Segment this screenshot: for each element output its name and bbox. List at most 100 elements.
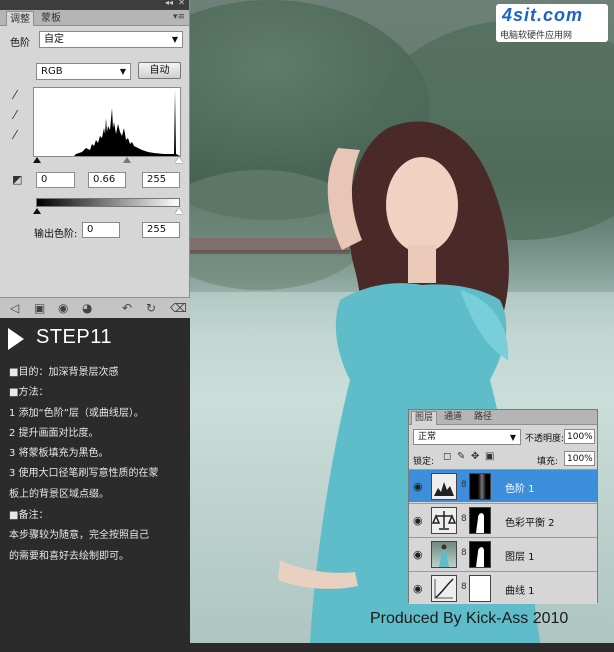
step-arrow-icon [8, 328, 24, 350]
tab-adjustments[interactable]: 调整 [6, 11, 34, 26]
credit-text: Produced By Kick-Ass 2010 [370, 610, 569, 627]
eyedropper-black-icon[interactable]: ⁄ [14, 88, 16, 102]
input-white-field[interactable]: 255 [142, 172, 180, 188]
chain-icon[interactable]: 8 [461, 548, 467, 558]
collapse-icon[interactable]: ◂◂ [165, 0, 173, 7]
tab-paths[interactable]: 路径 [471, 411, 495, 425]
previous-state-icon[interactable]: ↶ [122, 301, 132, 315]
layers-tabs: 图层 通道 路径 [409, 410, 597, 425]
watermark-logo: 4sit.com [502, 5, 584, 25]
close-icon[interactable]: ✕ [178, 0, 185, 7]
trash-icon[interactable]: ⌫ [170, 301, 187, 315]
curves-adjustment-icon [431, 575, 457, 602]
eyedropper-white-icon[interactable]: ⁄ [14, 128, 16, 142]
tutorial-line: ■方法： [9, 387, 49, 398]
tutorial-line: 板上的背景区域点缀。 [9, 489, 109, 500]
chain-icon[interactable]: 8 [461, 514, 467, 524]
output-levels-label: 输出色阶: [34, 229, 78, 240]
reset-icon[interactable]: ↻ [146, 301, 156, 315]
blend-mode-dropdown[interactable]: 正常 ▼ [413, 429, 521, 445]
output-white-field[interactable]: 255 [142, 222, 180, 238]
tutorial-line: 的需要和喜好去绘制即可。 [9, 551, 129, 562]
tutorial-line: 3 使用大口径笔刷写意性质的在蒙 [9, 468, 159, 479]
adjustments-bottom-bar: ◁ ▣ ◉ ◕ ↶ ↻ ⌫ [0, 297, 190, 318]
layer-row-layer1[interactable]: ◉ 8 图层 1 [409, 537, 597, 570]
layer-mask-thumb[interactable] [469, 575, 491, 602]
layer-row-curves[interactable]: ◉ 8 曲线 1 [409, 571, 597, 604]
preset-dropdown[interactable]: 自定 ▼ [39, 31, 183, 48]
dropdown-arrow-icon: ▼ [171, 35, 178, 44]
eyedropper-gray-icon[interactable]: ⁄ [14, 108, 16, 122]
layer-mask-thumb[interactable] [469, 473, 491, 500]
panel-title-bar: ◂◂ ✕ [0, 0, 189, 10]
tutorial-line: 3 将蒙板填充为黑色。 [9, 448, 109, 459]
tutorial-line: ■目的：加深背景层次感 [9, 367, 119, 378]
input-white-slider[interactable] [175, 157, 183, 163]
input-black-field[interactable]: 0 [36, 172, 75, 188]
layer-row-levels[interactable]: ◉ 8 色阶 1 [409, 469, 597, 502]
layer-switch-icon[interactable]: ▣ [34, 301, 45, 315]
preset-label: 色阶 [10, 38, 30, 49]
panel-menu-icon[interactable]: ▾≡ [173, 12, 185, 22]
layer-name: 曲线 1 [505, 586, 535, 597]
opacity-label: 不透明度: [525, 434, 565, 444]
output-black-slider[interactable] [33, 208, 41, 214]
step-title: STEP11 [36, 326, 112, 348]
lock-transparent-icon[interactable]: ◻ [443, 451, 451, 462]
tab-layers[interactable]: 图层 [411, 411, 438, 425]
eye-icon[interactable]: ◉ [413, 548, 423, 561]
layer-photo-thumb [431, 541, 457, 568]
layer-mask-thumb[interactable] [469, 507, 491, 534]
fill-field[interactable]: 100% [564, 451, 595, 466]
adjustments-tabs: 调整 蒙板 ▾≡ [0, 10, 189, 26]
tab-channels[interactable]: 通道 [441, 411, 465, 425]
chain-icon[interactable]: 8 [461, 582, 467, 592]
layer-name: 图层 1 [505, 552, 535, 563]
clipping-warning-icon[interactable]: ◩ [12, 173, 22, 186]
blend-mode-value: 正常 [418, 432, 437, 442]
histogram [33, 87, 181, 157]
tab-masks[interactable]: 蒙板 [38, 11, 64, 26]
layer-mask-thumb[interactable] [469, 541, 491, 568]
tutorial-line: 本步骤较为随意，完全按照自己 [9, 530, 149, 541]
back-icon[interactable]: ◁ [10, 301, 19, 315]
lock-label: 锁定: [413, 457, 435, 467]
output-black-field[interactable]: 0 [82, 222, 120, 238]
channel-dropdown[interactable]: RGB ▼ [36, 63, 131, 80]
tutorial-line: 1 添加“色阶”层（或曲线层）。 [9, 408, 144, 419]
adjustments-panel: ◂◂ ✕ 调整 蒙板 ▾≡ 色阶 自定 ▼ RGB ▼ 自动 ⁄ ⁄ ⁄ ◩ 0… [0, 0, 190, 318]
layer-name: 色彩平衡 2 [505, 518, 555, 529]
preset-value: 自定 [44, 34, 64, 45]
opacity-field[interactable]: 100% [564, 429, 595, 444]
output-gradient-bar [36, 198, 180, 207]
clip-icon[interactable]: ◉ [58, 301, 68, 315]
histogram-graph [34, 90, 180, 156]
fill-label: 填充: [537, 457, 559, 467]
lock-position-icon[interactable]: ✥ [471, 451, 479, 462]
dropdown-arrow-icon: ▼ [509, 433, 516, 442]
output-white-slider[interactable] [175, 208, 183, 214]
tutorial-line: 2 提升画面对比度。 [9, 428, 99, 439]
input-gamma-field[interactable]: 0.66 [88, 172, 126, 188]
site-watermark: 4sit.com 电脑软硬件应用网 [496, 4, 608, 42]
lock-all-icon[interactable]: ▣ [485, 451, 494, 462]
input-gamma-slider[interactable] [123, 157, 131, 163]
watermark-subtitle: 电脑软硬件应用网 [500, 31, 573, 41]
lock-image-icon[interactable]: ✎ [457, 451, 465, 462]
layer-name: 色阶 1 [505, 484, 535, 495]
tutorial-line: ■备注： [9, 510, 49, 521]
layer-row-color-balance[interactable]: ◉ 8 色彩平衡 2 [409, 503, 597, 536]
eye-icon[interactable]: ◉ [413, 514, 423, 527]
color-balance-icon [431, 507, 457, 534]
channel-value: RGB [41, 66, 63, 77]
dropdown-arrow-icon: ▼ [119, 67, 126, 76]
chain-icon[interactable]: 8 [461, 480, 467, 490]
levels-adjustment-icon [431, 473, 457, 500]
tutorial-panel: STEP11 ■目的：加深背景层次感 ■方法： 1 添加“色阶”层（或曲线层）。… [0, 318, 190, 652]
eye-icon[interactable]: ◕ [82, 301, 92, 315]
input-black-slider[interactable] [33, 157, 41, 163]
auto-button[interactable]: 自动 [138, 62, 181, 79]
layers-panel: 图层 通道 路径 正常 ▼ 不透明度: 100% 锁定: ◻ ✎ ✥ ▣ 填充:… [408, 409, 598, 604]
eye-icon[interactable]: ◉ [413, 480, 423, 493]
eye-icon[interactable]: ◉ [413, 582, 423, 595]
